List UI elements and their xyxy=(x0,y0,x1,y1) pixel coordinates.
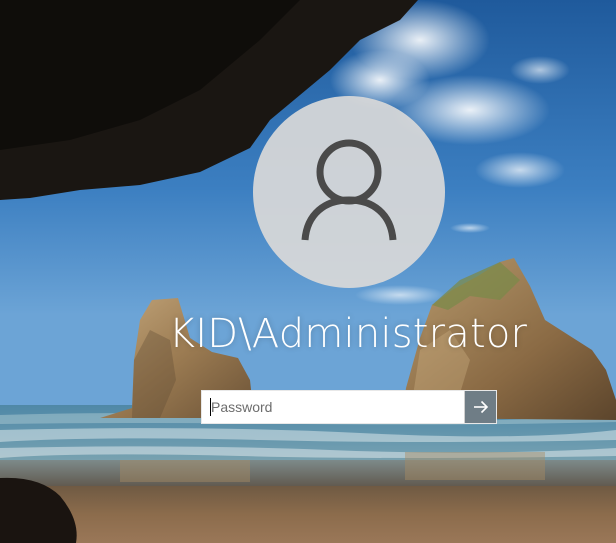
user-silhouette-icon xyxy=(301,139,397,241)
user-name-label: KID\Administrator xyxy=(168,311,528,357)
arrow-right-icon xyxy=(473,400,488,414)
text-caret xyxy=(210,398,211,416)
user-avatar xyxy=(253,96,445,288)
password-input[interactable] xyxy=(202,391,464,423)
password-box xyxy=(201,390,497,424)
lock-screen: KID\Administrator xyxy=(0,0,616,543)
submit-button[interactable] xyxy=(464,391,496,423)
